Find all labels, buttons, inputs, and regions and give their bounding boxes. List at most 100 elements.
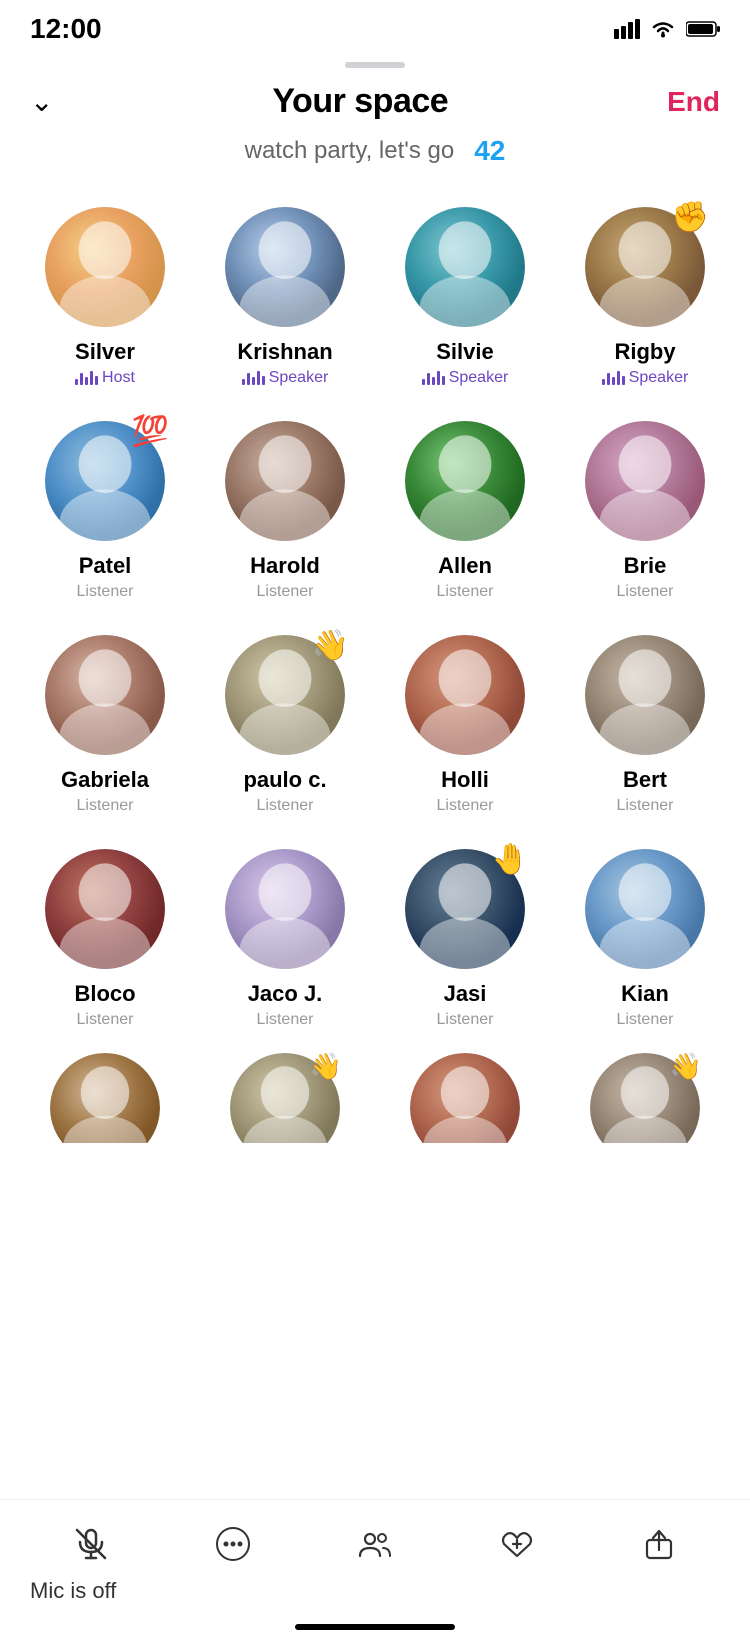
avatar-wrapper [225,849,345,969]
home-indicator [0,1616,750,1640]
avatar-wrapper: 💯 [45,421,165,541]
avatar-wrapper: ✊ [585,207,705,327]
avatar-wrapper [585,635,705,755]
emoji-badge: 🤚 [492,845,529,875]
bottom-actions [0,1510,750,1574]
participant-role: Listener [437,583,494,601]
participant-name: Rigby [614,339,675,365]
participant-kian[interactable]: Kian Listener [560,839,730,1043]
soundwave-icon [242,371,265,385]
partial-participant-1[interactable]: 👋 [200,1043,370,1143]
avatar [45,635,165,755]
participant-role: Listener [257,797,314,815]
mic-button[interactable] [57,1520,125,1568]
participant-name: Allen [438,553,492,579]
soundwave-icon [75,371,98,385]
avatar-wrapper [45,635,165,755]
participant-role: Speaker [242,369,329,387]
participant-patel[interactable]: 💯 Patel Listener [20,411,190,615]
participant-role: Listener [77,797,134,815]
participant-bloco[interactable]: Bloco Listener [20,839,190,1043]
people-button[interactable] [341,1520,409,1568]
participant-role: Listener [437,1011,494,1029]
soundwave-icon [602,371,625,385]
participant-name: Bloco [74,981,135,1007]
listener-count: 42 [474,135,505,167]
participant-rigby[interactable]: ✊ Rigby Speaker [560,197,730,401]
avatar [45,849,165,969]
chevron-down-icon[interactable]: ⌄ [30,85,53,118]
partial-avatar [410,1053,520,1143]
status-time: 12:00 [30,13,102,45]
mic-off-icon [73,1526,109,1562]
people-icon [357,1526,393,1562]
share-button[interactable] [625,1520,693,1568]
participant-role: Listener [77,1011,134,1029]
avatar [585,421,705,541]
header: ⌄ Your space End [0,72,750,125]
participant-name: Silver [75,339,135,365]
participant-role: Listener [437,797,494,815]
participant-jasi[interactable]: 🤚 Jasi Listener [380,839,550,1043]
wifi-icon [650,19,676,39]
participant-gabriela[interactable]: Gabriela Listener [20,625,190,829]
partial-row: 👋 [0,1043,750,1143]
more-button[interactable] [199,1520,267,1568]
status-bar: 12:00 [0,0,750,54]
participant-harold[interactable]: Harold Listener [200,411,370,615]
mic-off-label: Mic is off [0,1574,750,1616]
avatar-wrapper [45,207,165,327]
avatar-wrapper [405,421,525,541]
participant-allen[interactable]: Allen Listener [380,411,550,615]
avatar-wrapper [405,635,525,755]
subtitle-row: watch party, let's go 42 [0,125,750,187]
avatar [585,849,705,969]
avatar-wrapper [225,207,345,327]
avatar-wrapper: 👋 [225,635,345,755]
participant-name: Patel [79,553,132,579]
participant-jaco[interactable]: Jaco J. Listener [200,839,370,1043]
partial-avatar [50,1053,160,1143]
participant-role: Listener [77,583,134,601]
participant-role: Listener [617,797,674,815]
handle-bar [0,54,750,72]
participant-silvie[interactable]: Silvie Speaker [380,197,550,401]
participant-krishnan[interactable]: Krishnan Speaker [200,197,370,401]
participant-role: Listener [257,1011,314,1029]
participant-role: Listener [257,583,314,601]
partial-participant-2[interactable] [380,1043,550,1143]
participant-name: Silvie [436,339,493,365]
avatar [405,635,525,755]
avatar-wrapper [405,207,525,327]
participant-role: Listener [617,1011,674,1029]
avatar-wrapper [585,849,705,969]
participant-name: Holli [441,767,489,793]
participant-silver[interactable]: Silver Host [20,197,190,401]
emoji-badge: ✊ [672,203,709,233]
sheet-handle [345,62,405,68]
participant-name: paulo c. [243,767,326,793]
avatar [405,421,525,541]
space-subtitle: watch party, let's go [245,137,455,165]
avatar [225,207,345,327]
participants-grid: Silver Host Krishnan Speaker [0,187,750,1043]
participant-bert[interactable]: Bert Listener [560,625,730,829]
participant-holli[interactable]: Holli Listener [380,625,550,829]
partial-participant-0[interactable] [20,1043,190,1143]
partial-participant-3[interactable]: 👋 [560,1043,730,1143]
participant-name: Gabriela [61,767,149,793]
signal-icon [614,19,640,39]
participant-name: Jasi [444,981,487,1007]
participant-role: Speaker [422,369,509,387]
participant-name: Kian [621,981,669,1007]
participant-role: Speaker [602,369,689,387]
end-button[interactable]: End [667,86,720,118]
participant-brie[interactable]: Brie Listener [560,411,730,615]
participant-paulo[interactable]: 👋 paulo c. Listener [200,625,370,829]
battery-icon [686,20,720,38]
emoji-badge: 👋 [312,631,349,661]
heart-plus-button[interactable] [483,1520,551,1568]
bottom-bar: Mic is off [0,1499,750,1640]
soundwave-icon [422,371,445,385]
status-icons [614,19,720,39]
